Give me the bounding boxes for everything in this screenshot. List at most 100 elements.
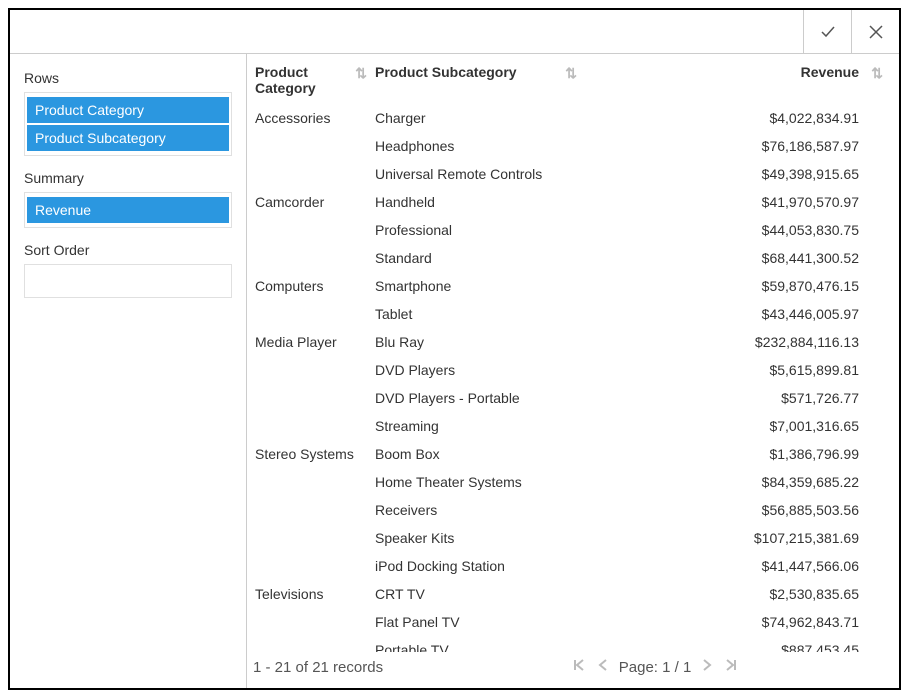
cell-category <box>253 356 373 384</box>
cell-subcategory: Professional <box>373 216 583 244</box>
cell-category: Stereo Systems <box>253 440 373 468</box>
main-panel: Product Category ⇅ Product Subcategory ⇅… <box>247 54 899 688</box>
cell-category: Media Player <box>253 328 373 356</box>
cell-revenue: $68,441,300.52 <box>583 244 889 272</box>
col-header-label: Product Subcategory <box>375 64 517 80</box>
cell-category <box>253 468 373 496</box>
cell-revenue: $7,001,316.65 <box>583 412 889 440</box>
cell-category: Televisions <box>253 580 373 608</box>
sort-icon[interactable]: ⇅ <box>565 66 577 80</box>
cell-subcategory: CRT TV <box>373 580 583 608</box>
cell-revenue: $76,186,587.97 <box>583 132 889 160</box>
cell-category <box>253 160 373 188</box>
pager-first[interactable] <box>573 658 587 676</box>
dialog-frame: Rows Product Category Product Subcategor… <box>8 8 901 690</box>
col-header-revenue[interactable]: Revenue ⇅ <box>583 60 889 104</box>
cell-category <box>253 412 373 440</box>
cell-category <box>253 636 373 652</box>
sort-icon[interactable]: ⇅ <box>871 66 883 80</box>
table-row: DVD Players - Portable$571,726.77 <box>253 384 889 412</box>
last-page-icon <box>723 658 737 672</box>
dialog-topbar <box>10 10 899 54</box>
col-header-subcategory[interactable]: Product Subcategory ⇅ <box>373 60 583 104</box>
table-row: Home Theater Systems$84,359,685.22 <box>253 468 889 496</box>
cell-revenue: $4,022,834.91 <box>583 104 889 132</box>
row-chip[interactable]: Product Category <box>27 97 229 123</box>
check-icon <box>819 23 837 41</box>
pager: 1 - 21 of 21 records Page: 1 / 1 <box>247 652 899 688</box>
cell-subcategory: iPod Docking Station <box>373 552 583 580</box>
cell-subcategory: Charger <box>373 104 583 132</box>
page-label: Page: 1 / 1 <box>619 659 692 676</box>
cell-subcategory: Streaming <box>373 412 583 440</box>
cell-subcategory: Headphones <box>373 132 583 160</box>
table-body: AccessoriesCharger$4,022,834.91Headphone… <box>253 104 889 652</box>
sort-well[interactable] <box>24 264 232 298</box>
summary-label: Summary <box>24 170 232 186</box>
cell-category: Accessories <box>253 104 373 132</box>
cell-category <box>253 552 373 580</box>
cell-subcategory: DVD Players - Portable <box>373 384 583 412</box>
cell-revenue: $1,386,796.99 <box>583 440 889 468</box>
cell-subcategory: Flat Panel TV <box>373 608 583 636</box>
pager-prev[interactable] <box>597 658 609 676</box>
cell-category <box>253 524 373 552</box>
table-row: Receivers$56,885,503.56 <box>253 496 889 524</box>
table-row: Stereo SystemsBoom Box$1,386,796.99 <box>253 440 889 468</box>
table-row: Universal Remote Controls$49,398,915.65 <box>253 160 889 188</box>
cell-category <box>253 132 373 160</box>
sort-icon[interactable]: ⇅ <box>355 66 367 80</box>
row-chip[interactable]: Product Subcategory <box>27 125 229 151</box>
table-row: ComputersSmartphone$59,870,476.15 <box>253 272 889 300</box>
chevron-right-icon <box>701 658 713 672</box>
sort-label: Sort Order <box>24 242 232 258</box>
cell-category <box>253 300 373 328</box>
sidebar: Rows Product Category Product Subcategor… <box>10 54 247 688</box>
table-row: TelevisionsCRT TV$2,530,835.65 <box>253 580 889 608</box>
summary-well[interactable]: Revenue <box>24 192 232 228</box>
data-table: Product Category ⇅ Product Subcategory ⇅… <box>253 60 889 652</box>
cell-category <box>253 216 373 244</box>
cell-subcategory: DVD Players <box>373 356 583 384</box>
cell-revenue: $887,453.45 <box>583 636 889 652</box>
close-button[interactable] <box>851 10 899 53</box>
pager-next[interactable] <box>701 658 713 676</box>
table-row: Streaming$7,001,316.65 <box>253 412 889 440</box>
cell-revenue: $74,962,843.71 <box>583 608 889 636</box>
dialog-body: Rows Product Category Product Subcategor… <box>10 54 899 688</box>
confirm-button[interactable] <box>803 10 851 53</box>
cell-subcategory: Smartphone <box>373 272 583 300</box>
chevron-left-icon <box>597 658 609 672</box>
cell-revenue: $44,053,830.75 <box>583 216 889 244</box>
cell-category <box>253 244 373 272</box>
cell-revenue: $571,726.77 <box>583 384 889 412</box>
cell-category: Computers <box>253 272 373 300</box>
cell-subcategory: Speaker Kits <box>373 524 583 552</box>
cell-revenue: $84,359,685.22 <box>583 468 889 496</box>
table-row: Speaker Kits$107,215,381.69 <box>253 524 889 552</box>
first-page-icon <box>573 658 587 672</box>
table-row: iPod Docking Station$41,447,566.06 <box>253 552 889 580</box>
col-header-category[interactable]: Product Category ⇅ <box>253 60 373 104</box>
summary-chip[interactable]: Revenue <box>27 197 229 223</box>
cell-subcategory: Receivers <box>373 496 583 524</box>
table-wrapper: Product Category ⇅ Product Subcategory ⇅… <box>247 54 899 652</box>
cell-subcategory: Standard <box>373 244 583 272</box>
cell-category: Camcorder <box>253 188 373 216</box>
pager-nav: Page: 1 / 1 <box>423 658 887 676</box>
table-row: DVD Players$5,615,899.81 <box>253 356 889 384</box>
cell-revenue: $59,870,476.15 <box>583 272 889 300</box>
cell-revenue: $43,446,005.97 <box>583 300 889 328</box>
cell-subcategory: Universal Remote Controls <box>373 160 583 188</box>
cell-revenue: $41,447,566.06 <box>583 552 889 580</box>
cell-subcategory: Handheld <box>373 188 583 216</box>
cell-revenue: $56,885,503.56 <box>583 496 889 524</box>
cell-subcategory: Portable TV <box>373 636 583 652</box>
table-row: Headphones$76,186,587.97 <box>253 132 889 160</box>
table-row: Professional$44,053,830.75 <box>253 216 889 244</box>
cell-subcategory: Blu Ray <box>373 328 583 356</box>
pager-last[interactable] <box>723 658 737 676</box>
table-row: Tablet$43,446,005.97 <box>253 300 889 328</box>
rows-well[interactable]: Product Category Product Subcategory <box>24 92 232 156</box>
rows-label: Rows <box>24 70 232 86</box>
